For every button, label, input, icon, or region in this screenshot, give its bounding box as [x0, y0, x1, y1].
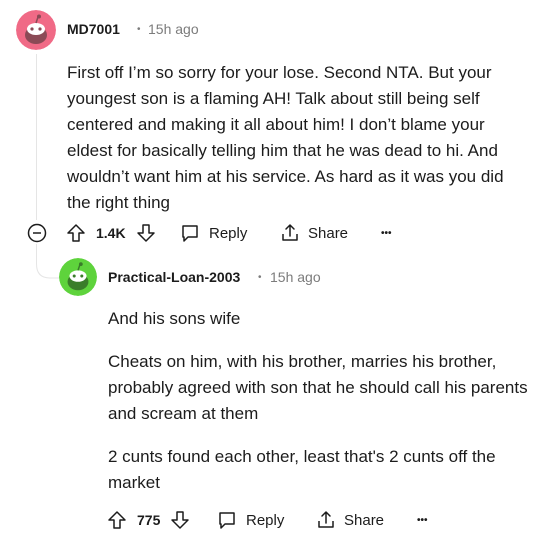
downvote-button[interactable] [136, 223, 156, 243]
share-icon [318, 511, 334, 528]
reply-bubble-icon [219, 512, 235, 529]
reply-label: Reply [209, 224, 248, 242]
upvote-arrow-icon [67, 224, 85, 242]
thread-line [36, 54, 37, 220]
comment-username[interactable]: Practical-Loan-2003 [108, 269, 240, 285]
downvote-arrow-icon [171, 511, 190, 529]
share-label: Share [344, 511, 385, 529]
meta-separator: • [258, 272, 262, 283]
snoo-avatar-icon [59, 258, 97, 296]
reply-label: Reply [246, 511, 285, 529]
snoo-avatar-icon [16, 10, 56, 50]
comment-text: First off I’m so sorry for your lose. Se… [67, 63, 504, 212]
downvote-arrow-icon [136, 224, 155, 242]
upvote-arrow-icon [108, 511, 126, 529]
comment-paragraph: And his sons wife [108, 309, 241, 328]
meta-separator: • [137, 24, 141, 35]
vote-controls: 775 [107, 509, 190, 531]
vote-count: 1.4K [96, 225, 126, 241]
downvote-button[interactable] [170, 510, 190, 530]
avatar[interactable] [59, 258, 97, 296]
collapse-button[interactable] [27, 223, 47, 243]
share-button[interactable]: Share [280, 222, 348, 244]
more-options-button[interactable]: ••• [381, 222, 392, 244]
more-options-button[interactable]: ••• [417, 509, 428, 531]
share-button[interactable]: Share [316, 509, 384, 531]
upvote-button[interactable] [66, 223, 86, 243]
comment-timestamp[interactable]: 15h ago [270, 269, 321, 285]
share-label: Share [308, 224, 349, 242]
comment-body: First off I’m so sorry for your lose. Se… [67, 60, 527, 216]
comment-paragraph: 2 cunts found each other, least that's 2… [108, 447, 496, 492]
collapse-minus-icon [27, 223, 47, 243]
comment-username[interactable]: MD7001 [67, 21, 120, 37]
comment-timestamp[interactable]: 15h ago [148, 21, 199, 37]
vote-count: 775 [137, 512, 161, 528]
reply-button[interactable]: Reply [180, 222, 247, 244]
more-options-icon: ••• [417, 514, 428, 526]
reply-bubble-icon [182, 225, 198, 242]
comment-paragraph: Cheats on him, with his brother, marries… [108, 352, 528, 423]
share-icon [282, 224, 298, 241]
avatar[interactable] [16, 10, 56, 50]
comment-body: And his sons wife Cheats on him, with hi… [108, 306, 533, 496]
reply-button[interactable]: Reply [217, 509, 284, 531]
more-options-icon: ••• [381, 227, 392, 239]
vote-controls: 1.4K [66, 222, 156, 244]
upvote-button[interactable] [107, 510, 127, 530]
